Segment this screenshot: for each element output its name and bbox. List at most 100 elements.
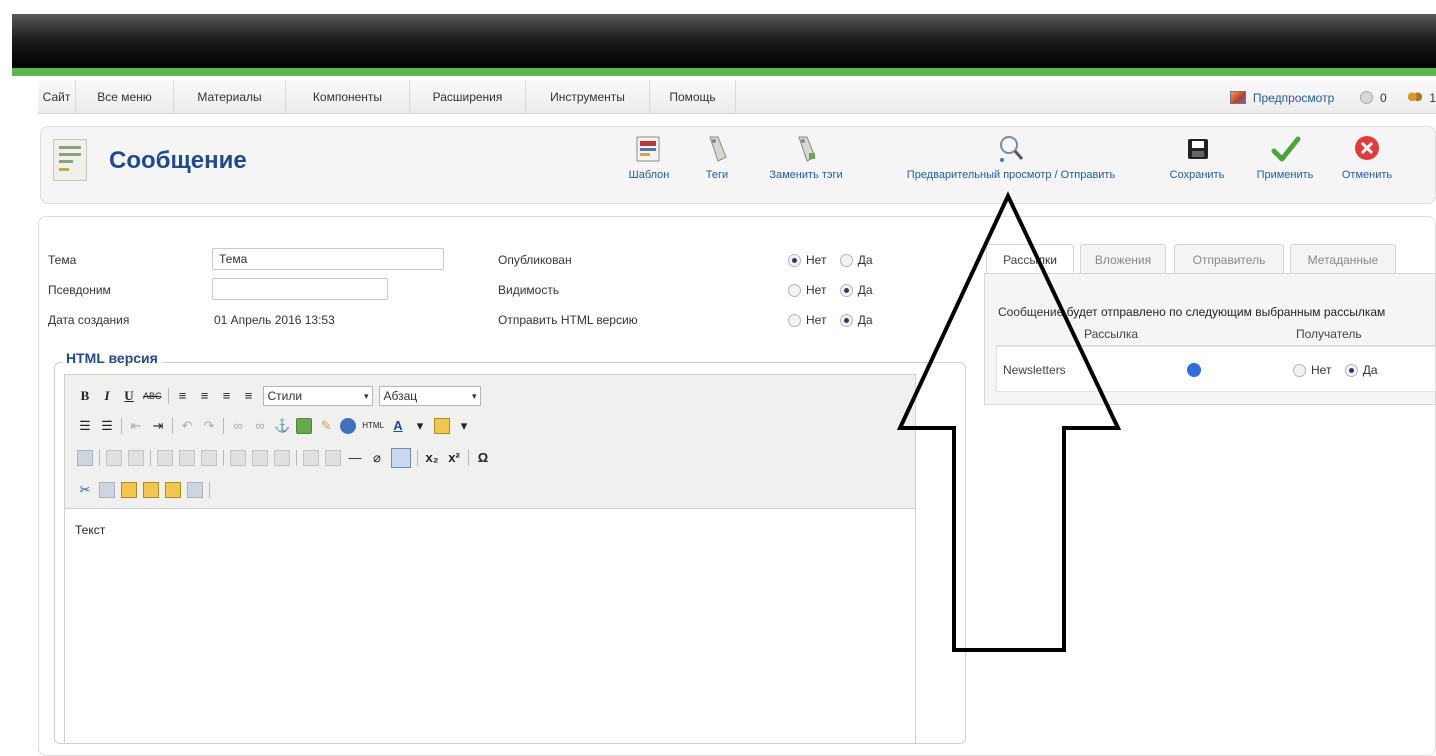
tab-mailing-lists[interactable]: Рассылки bbox=[986, 244, 1074, 275]
menu-all-menus[interactable]: Все меню bbox=[76, 80, 174, 114]
tab-sender[interactable]: Отправитель bbox=[1174, 244, 1284, 274]
special-char-icon[interactable]: Ω bbox=[475, 450, 491, 466]
paste-text-icon[interactable] bbox=[143, 482, 159, 498]
remove-format-icon[interactable]: ⌀ bbox=[369, 450, 385, 466]
recipient-no[interactable]: Нет bbox=[1293, 363, 1331, 378]
menu-site[interactable]: Сайт bbox=[38, 80, 76, 114]
numbered-list-icon[interactable]: ☰ bbox=[99, 418, 115, 434]
superscript-icon[interactable]: x² bbox=[446, 450, 462, 466]
preview-send-button[interactable]: Предварительный просмотр / Отправить bbox=[879, 133, 1143, 181]
cancel-button[interactable]: Отменить bbox=[1335, 133, 1399, 181]
html-source-icon[interactable]: HTML bbox=[362, 418, 384, 434]
align-justify-icon[interactable]: ≡ bbox=[241, 388, 257, 404]
recipient-radio-group: Нет Да bbox=[1293, 363, 1388, 378]
table-props-icon[interactable] bbox=[303, 450, 319, 466]
published-no[interactable]: Нет bbox=[788, 253, 826, 268]
split-cell-icon[interactable] bbox=[230, 450, 246, 466]
alias-input[interactable] bbox=[212, 278, 388, 300]
bold-icon[interactable]: B bbox=[77, 388, 93, 404]
magnifier-icon bbox=[994, 133, 1028, 165]
align-right-icon[interactable]: ≡ bbox=[219, 388, 235, 404]
replace-tags-button[interactable]: Заменить тэги bbox=[759, 133, 853, 181]
header-bar bbox=[12, 14, 1436, 68]
insert-row-icon[interactable] bbox=[157, 450, 173, 466]
help-icon[interactable] bbox=[340, 418, 357, 434]
chevron-down-icon[interactable]: ▾ bbox=[456, 418, 472, 434]
menu-content[interactable]: Материалы bbox=[174, 80, 286, 114]
paste-word-icon[interactable] bbox=[165, 482, 181, 498]
visibility-yes[interactable]: Да bbox=[839, 283, 873, 298]
underline-icon[interactable]: U bbox=[121, 388, 137, 404]
table-icon[interactable] bbox=[106, 450, 122, 466]
visibility-no[interactable]: Нет bbox=[788, 283, 826, 298]
editor-content[interactable]: Текст bbox=[75, 523, 105, 537]
edit-image-icon[interactable] bbox=[77, 450, 93, 466]
admin-menu-bar: Сайт Все меню Материалы Компоненты Расши… bbox=[38, 80, 1436, 114]
apply-button[interactable]: Применить bbox=[1245, 133, 1325, 181]
merge-cell-icon[interactable] bbox=[252, 450, 268, 466]
template-button[interactable]: Шаблон bbox=[621, 133, 677, 181]
template-icon bbox=[632, 133, 666, 165]
mailing-lists-table-header: Рассылка Получатель bbox=[996, 322, 1436, 346]
created-date-label: Дата создания bbox=[48, 313, 130, 327]
menu-extensions[interactable]: Расширения bbox=[410, 80, 526, 114]
align-left-icon[interactable]: ≡ bbox=[175, 388, 191, 404]
styles-select[interactable]: Стили ▾ bbox=[262, 386, 373, 406]
alias-label: Псевдоним bbox=[48, 283, 111, 297]
recipient-yes[interactable]: Да bbox=[1344, 363, 1378, 378]
link-icon[interactable]: ∞ bbox=[230, 418, 246, 434]
editor-toolbar-row-1: B I U ABC ≡ ≡ ≡ ≡ Стили ▾ Абзац ▾ bbox=[77, 385, 487, 407]
delete-row-icon[interactable] bbox=[179, 450, 195, 466]
menu-help[interactable]: Помощь bbox=[650, 80, 736, 114]
redo-icon[interactable]: ↷ bbox=[201, 418, 217, 434]
indent-icon[interactable]: ⇥ bbox=[150, 418, 166, 434]
save-button[interactable]: Сохранить bbox=[1161, 133, 1233, 181]
delete-col-icon[interactable] bbox=[274, 450, 290, 466]
published-yes[interactable]: Да bbox=[839, 253, 873, 268]
select-all-icon[interactable] bbox=[187, 482, 203, 498]
users-count[interactable]: 1 bbox=[1429, 81, 1436, 115]
subject-input[interactable] bbox=[212, 248, 444, 270]
tag-icon bbox=[700, 133, 734, 165]
chevron-down-icon: ▾ bbox=[363, 391, 369, 401]
align-center-icon[interactable]: ≡ bbox=[197, 388, 213, 404]
messages-count[interactable]: 0 bbox=[1380, 81, 1387, 115]
html-version-legend: HTML версия bbox=[62, 350, 162, 366]
menu-tools[interactable]: Инструменты bbox=[526, 80, 650, 114]
tab-attachments[interactable]: Вложения bbox=[1080, 244, 1166, 274]
top-margin bbox=[0, 0, 1436, 14]
published-radio-group: Нет Да bbox=[788, 253, 883, 268]
format-select[interactable]: Абзац ▾ bbox=[378, 386, 481, 406]
toolbar: Сообщение Шаблон Теги Заменить тэги Пред… bbox=[40, 126, 1436, 204]
anchor-icon[interactable]: ⚓ bbox=[274, 418, 290, 434]
preview-icon bbox=[1229, 91, 1246, 105]
cell-props-icon[interactable] bbox=[325, 450, 341, 466]
text-color-icon[interactable]: A bbox=[390, 418, 406, 434]
horizontal-rule-icon[interactable]: — bbox=[347, 450, 363, 466]
tags-button[interactable]: Теги bbox=[697, 133, 737, 181]
paste-icon[interactable] bbox=[121, 482, 137, 498]
image-icon[interactable] bbox=[296, 418, 313, 434]
unlink-icon[interactable]: ∞ bbox=[252, 418, 268, 434]
bullet-list-icon[interactable]: ☰ bbox=[77, 418, 93, 434]
subscript-icon[interactable]: x₂ bbox=[424, 450, 440, 466]
table-row-icon[interactable] bbox=[128, 450, 144, 466]
strikethrough-icon[interactable]: ABC bbox=[143, 388, 162, 404]
cleanup-icon[interactable]: ✎ bbox=[318, 418, 334, 434]
subject-label: Тема bbox=[48, 253, 77, 267]
menu-components[interactable]: Компоненты bbox=[286, 80, 410, 114]
insert-col-icon[interactable] bbox=[201, 450, 217, 466]
tab-metadata[interactable]: Метаданные bbox=[1290, 244, 1396, 274]
cut-icon[interactable]: ✂ bbox=[77, 482, 93, 498]
outdent-icon[interactable]: ⇤ bbox=[128, 418, 144, 434]
italic-icon[interactable]: I bbox=[99, 388, 115, 404]
preview-link[interactable]: Предпросмотр bbox=[1253, 81, 1334, 115]
visual-aid-icon[interactable] bbox=[391, 448, 411, 468]
send-html-yes[interactable]: Да bbox=[839, 313, 873, 328]
send-html-no[interactable]: Нет bbox=[788, 313, 826, 328]
copy-icon[interactable] bbox=[99, 482, 115, 498]
undo-icon[interactable]: ↶ bbox=[179, 418, 195, 434]
chevron-down-icon[interactable]: ▾ bbox=[412, 418, 428, 434]
mailing-list-name: Newsletters bbox=[1003, 363, 1066, 377]
highlight-color-icon[interactable] bbox=[433, 418, 450, 434]
